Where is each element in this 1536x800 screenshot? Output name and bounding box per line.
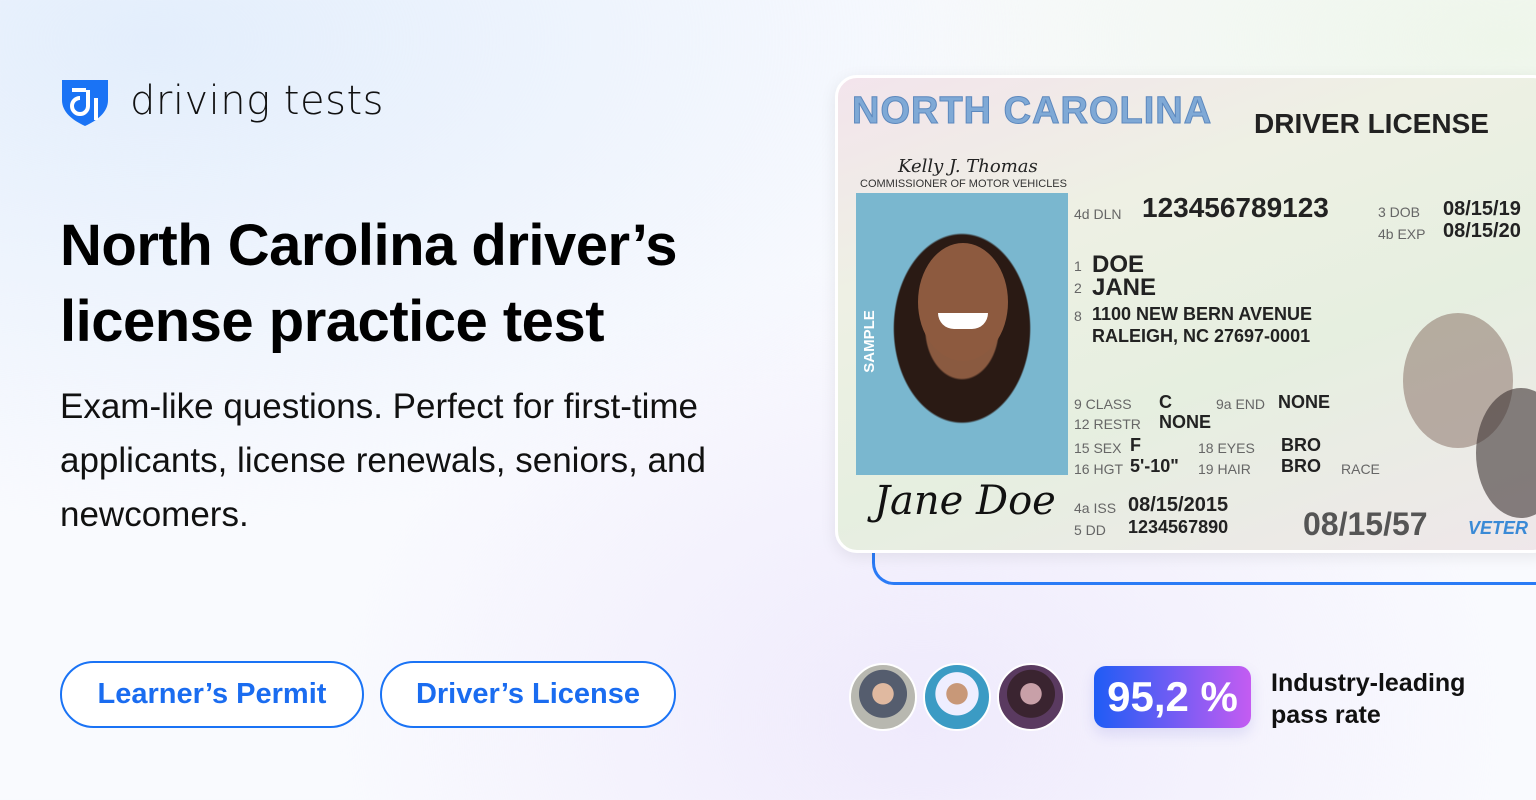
eyes: BRO xyxy=(1281,435,1321,455)
first-name-label: 2 xyxy=(1074,280,1082,296)
race-label: RACE xyxy=(1341,461,1380,477)
holder-signature: Jane Doe xyxy=(874,478,1056,524)
iss-label: 4a ISS xyxy=(1074,500,1117,516)
dd: 1234567890 xyxy=(1128,517,1229,537)
learners-permit-button[interactable]: Learner’s Permit xyxy=(60,661,364,728)
hair-label: 19 HAIR xyxy=(1198,461,1251,477)
address-line-1: 1100 NEW BERN AVENUE xyxy=(1092,304,1313,324)
hgt-label: 16 HGT xyxy=(1074,461,1124,477)
first-name: JANE xyxy=(1092,274,1157,301)
hgt: 5'-10" xyxy=(1130,456,1179,476)
license-type: DRIVER LICENSE xyxy=(1254,108,1489,139)
dob-short: 08/15/57 xyxy=(1303,506,1428,542)
sample-label: SAMPLE xyxy=(860,310,878,373)
license-card-image: NORTH CAROLINA DRIVER LICENSE Kelly J. T… xyxy=(835,75,1536,553)
class: C xyxy=(1159,392,1172,412)
page-title: North Carolina driver’s license practice… xyxy=(60,213,677,354)
drivers-license-button[interactable]: Driver’s License xyxy=(380,661,676,728)
dob: 08/15/19 xyxy=(1443,198,1521,220)
page-subtitle: Exam-like questions. Perfect for first-t… xyxy=(60,387,706,534)
eyes-label: 18 EYES xyxy=(1198,440,1255,456)
exp-label: 4b EXP xyxy=(1378,226,1426,242)
shield-logo-icon xyxy=(62,80,108,126)
user-avatars xyxy=(849,663,1065,731)
restr-label: 12 RESTR xyxy=(1074,416,1141,432)
dln: 123456789123 xyxy=(1142,192,1329,223)
avatar xyxy=(849,663,917,731)
avatar xyxy=(997,663,1065,731)
pass-rate-label: Industry-leading pass rate xyxy=(1271,669,1466,729)
sex: F xyxy=(1130,435,1141,455)
exp: 08/15/20 xyxy=(1443,220,1521,242)
dd-label: 5 DD xyxy=(1074,522,1106,538)
dob-label: 3 DOB xyxy=(1378,204,1421,220)
brand-logo[interactable]: driving tests xyxy=(60,76,384,126)
veteran-label: VETER xyxy=(1468,518,1529,538)
last-name-label: 1 xyxy=(1074,258,1082,274)
hair: BRO xyxy=(1281,456,1321,476)
license-photo: SAMPLE xyxy=(856,193,1068,475)
commissioner-label: COMMISSIONER OF MOTOR VEHICLES xyxy=(860,178,1067,190)
dln-label: 4d DLN xyxy=(1074,206,1122,222)
sex-label: 15 SEX xyxy=(1074,440,1122,456)
commissioner-signature: Kelly J. Thomas xyxy=(898,156,1038,177)
class-label: 9 CLASS xyxy=(1074,396,1132,412)
restr: NONE xyxy=(1159,412,1212,432)
license-state: NORTH CAROLINA xyxy=(851,90,1213,133)
end: NONE xyxy=(1278,392,1331,412)
avatar xyxy=(923,663,991,731)
end-label: 9a END xyxy=(1216,396,1266,412)
pass-rate-badge: 95,2 % xyxy=(1094,666,1251,728)
address-label: 8 xyxy=(1074,308,1082,324)
address-line-2: RALEIGH, NC 27697-0001 xyxy=(1092,326,1311,346)
brand-name: driving tests xyxy=(130,78,384,124)
iss: 08/15/2015 xyxy=(1128,494,1229,516)
